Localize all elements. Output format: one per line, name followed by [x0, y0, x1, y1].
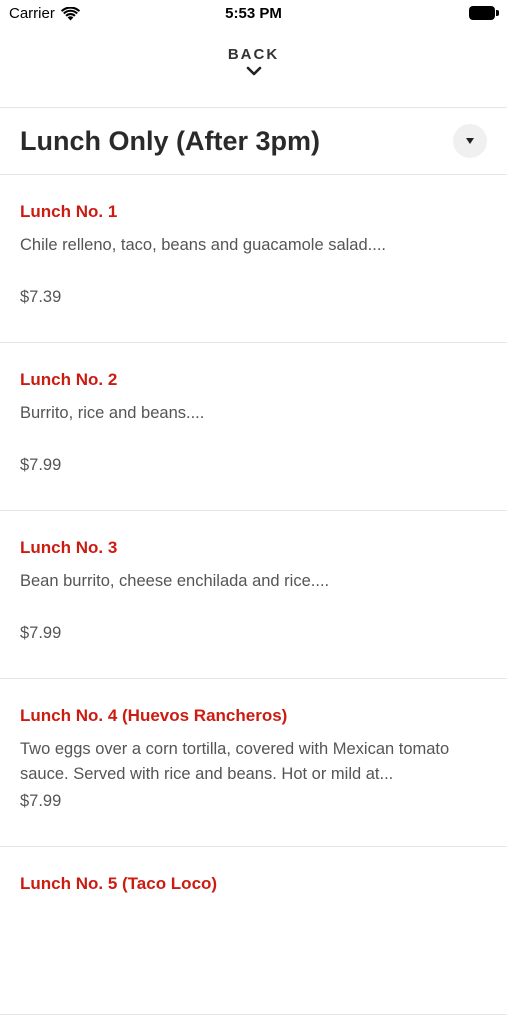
item-description: Burrito, rice and beans....	[20, 404, 205, 422]
item-name: Lunch No. 5 (Taco Loco)	[20, 874, 218, 893]
item-description: Chile relleno, taco, beans and guacamole…	[20, 236, 386, 254]
item-price: $7.99	[20, 792, 62, 810]
menu-item[interactable]: Lunch No. 4 (Huevos Rancheros) Two eggs …	[0, 679, 507, 847]
item-name: Lunch No. 4 (Huevos Rancheros)	[20, 706, 288, 725]
category-header: Lunch Only (After 3pm)	[0, 108, 507, 174]
chevron-down-icon	[246, 66, 261, 76]
back-label: BACK	[227, 46, 280, 63]
status-bar: Carrier 5:53 PM	[0, 0, 507, 28]
menu-item[interactable]: Lunch No. 2 Burrito, rice and beans.... …	[0, 343, 507, 511]
item-name: Lunch No. 3	[20, 538, 118, 557]
status-time: 5:53 PM	[225, 5, 282, 22]
item-price: $7.39	[20, 288, 62, 306]
back-button[interactable]: BACK	[0, 46, 507, 92]
item-name: Lunch No. 2	[20, 370, 118, 389]
menu-list: Lunch No. 1 Chile relleno, taco, beans a…	[0, 175, 507, 1015]
menu-item[interactable]: Lunch No. 1 Chile relleno, taco, beans a…	[0, 175, 507, 343]
battery-icon	[469, 6, 499, 20]
caret-down-icon	[466, 138, 474, 144]
category-dropdown-button[interactable]	[453, 124, 487, 158]
item-description: Bean burrito, cheese enchilada and rice.…	[20, 572, 330, 590]
item-description: Two eggs over a corn tortilla, covered w…	[20, 740, 450, 783]
item-price: $7.99	[20, 624, 62, 642]
category-title: Lunch Only (After 3pm)	[20, 126, 321, 156]
item-name: Lunch No. 1	[20, 202, 118, 221]
item-price: $7.99	[20, 456, 62, 474]
menu-item[interactable]: Lunch No. 5 (Taco Loco)	[0, 847, 507, 1015]
menu-item[interactable]: Lunch No. 3 Bean burrito, cheese enchila…	[0, 511, 507, 679]
